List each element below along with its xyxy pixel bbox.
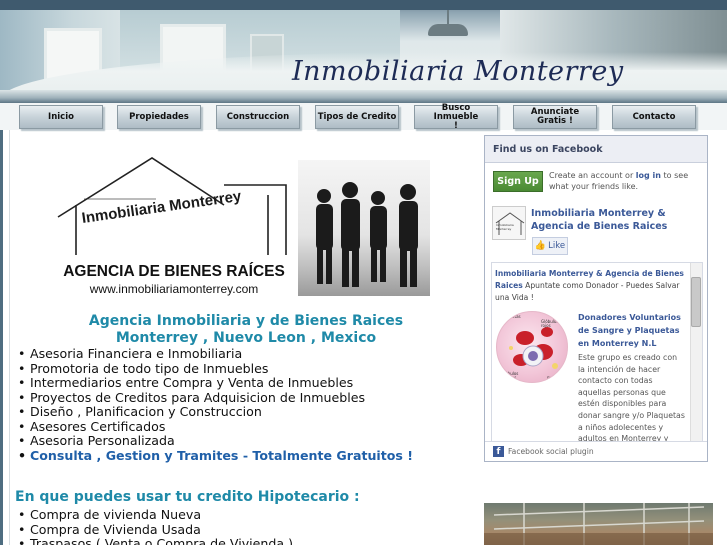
facebook-page-thumbnail[interactable]: Inmobiliaria Monterrey: [492, 206, 526, 240]
facebook-thumb-label: Inmobiliaria Monterrey: [496, 223, 514, 231]
construction-scaffold-image: [484, 503, 713, 545]
blood-label: Glóbulos rojos: [541, 319, 559, 328]
blood-label: Plasma: [547, 376, 562, 381]
facebook-page-name[interactable]: Inmobiliaria Monterrey & Agencia de Bien…: [531, 207, 701, 233]
agency-headline: Agencia Inmobiliaria y de Bienes Raices: [88, 313, 404, 329]
list-item: Asesores Certificados: [18, 419, 413, 435]
facebook-signup-text: Create an account or log in to see what …: [549, 171, 689, 191]
facebook-like-box: Find us on Facebook Sign Up Create an ac…: [484, 135, 708, 462]
blood-cells-image[interactable]: Plaquetas Glóbulos rojos Glóbulos blanco…: [496, 311, 568, 383]
list-item: Asesoria Financiera e Inmobiliaria: [18, 346, 413, 362]
header-top-bar: [0, 0, 727, 10]
scrollbar-thumb[interactable]: [691, 277, 701, 327]
facebook-footer: f Facebook social plugin: [485, 441, 707, 461]
location-headline: Monterrey , Nuevo Leon , Mexico: [115, 330, 377, 346]
business-team-image: [298, 160, 430, 296]
list-item: Proyectos de Creditos para Adquisicion d…: [18, 390, 413, 406]
blood-label: Plaquetas: [501, 314, 521, 319]
header-lamp-image: [428, 24, 468, 36]
list-item: Traspasos ( Venta o Compra de Vivienda ): [18, 536, 293, 545]
services-list: Asesoria Financiera e Inmobiliaria Promo…: [18, 346, 413, 464]
business-people-silhouettes: [316, 182, 418, 287]
group-post-title[interactable]: Donadores Voluntarios de Sangre y Plaque…: [578, 311, 686, 350]
nav-busco-inmueble[interactable]: Busco Inmueble !: [414, 103, 498, 130]
facebook-footer-text: Facebook social plugin: [508, 447, 594, 456]
list-item: Diseño , Planificacion y Construccion: [18, 404, 413, 420]
nav-construccion[interactable]: Construccion: [216, 105, 300, 129]
credit-heading: En que puedes usar tu credito Hipotecari…: [15, 489, 360, 505]
facebook-login-link[interactable]: log in: [636, 171, 661, 180]
list-item: Promotoria de todo tipo de Inmuebles: [18, 361, 413, 377]
nav-contacto[interactable]: Contacto: [612, 105, 696, 129]
agency-logo: Inmobiliaria Monterrey AGENCIA DE BIENES…: [56, 155, 292, 298]
stream-scrollbar[interactable]: [690, 263, 702, 441]
facebook-like-button[interactable]: 👍 Like: [532, 237, 568, 255]
site-header: Inmobiliaria Monterrey: [0, 0, 727, 103]
list-item: Consulta , Gestion y Tramites - Totalmen…: [18, 448, 413, 464]
site-title: Inmobiliaria Monterrey: [292, 56, 624, 87]
blood-label: Glóbulos blancos: [501, 371, 519, 380]
logo-url-text: www.inmobiliariamonterrey.com: [89, 282, 259, 296]
facebook-stream: Inmobiliaria Monterrey & Agencia de Bien…: [491, 262, 703, 442]
nav-inicio[interactable]: Inicio: [19, 105, 103, 129]
nav-anunciate-gratis[interactable]: Anunciate Gratis !: [513, 105, 597, 129]
main-nav: Inicio Propiedades Construccion Tipos de…: [0, 103, 727, 130]
credit-uses-list: Compra de vivienda Nueva Compra de Vivie…: [18, 507, 293, 545]
facebook-box-header: Find us on Facebook: [485, 136, 707, 163]
nav-tipos-de-credito[interactable]: Tipos de Credito: [315, 105, 399, 129]
post-text: Apuntate como Donador - Puedes Salvar un…: [495, 281, 680, 302]
list-item: Compra de Vivienda Usada: [18, 522, 293, 538]
list-item: Intermediarios entre Compra y Venta de I…: [18, 375, 413, 391]
facebook-signup-button[interactable]: Sign Up: [493, 171, 543, 192]
facebook-icon: f: [493, 446, 504, 457]
thumbs-up-icon: 👍: [534, 241, 547, 251]
logo-agency-text: AGENCIA DE BIENES RAÍCES: [63, 263, 285, 280]
header-swoosh: [0, 90, 727, 103]
list-item: Asesoria Personalizada: [18, 433, 413, 449]
list-item: Compra de vivienda Nueva: [18, 507, 293, 523]
frame-inner-line: [9, 130, 10, 545]
construction-site-image: [484, 503, 713, 545]
facebook-post: Inmobiliaria Monterrey & Agencia de Bien…: [495, 268, 685, 304]
nav-propiedades[interactable]: Propiedades: [117, 105, 201, 129]
header-lamp-cord: [447, 10, 449, 24]
group-post-body: Este grupo es creado con la intención de…: [578, 353, 685, 442]
